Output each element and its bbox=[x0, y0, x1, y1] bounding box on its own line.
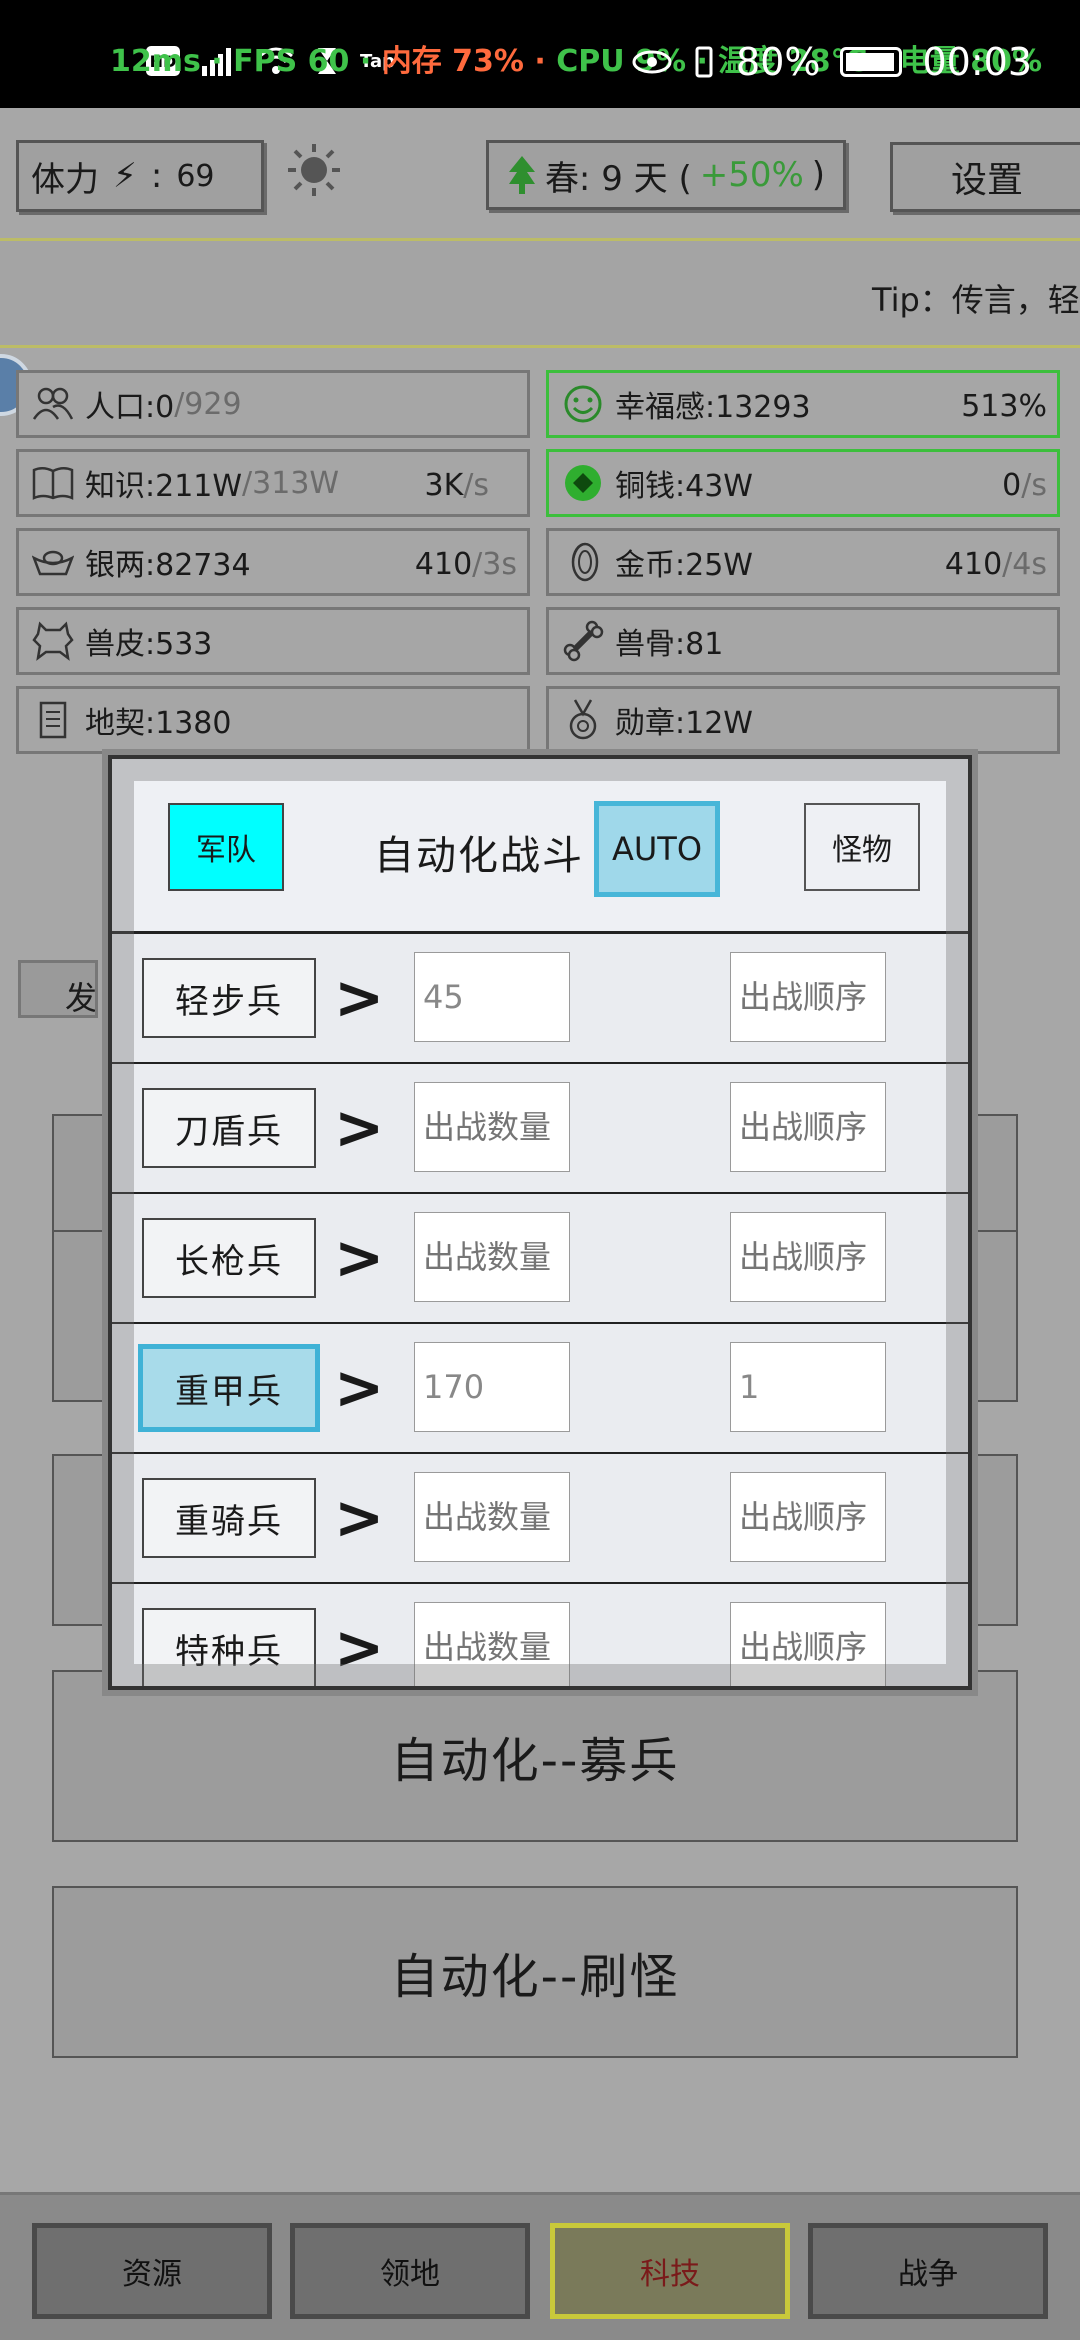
deploy-quantity-input[interactable] bbox=[414, 1602, 570, 1686]
clock: 00:03 bbox=[922, 40, 1032, 84]
unit-heavy-cavalry-button[interactable]: 重骑兵 bbox=[142, 1478, 316, 1558]
stat-knowledge: 知识:211W/313W 3K/s bbox=[16, 449, 530, 517]
auto-hunt-button[interactable]: 自动化--刷怪 bbox=[52, 1886, 1018, 2058]
season-display: 春: 9 天 (+50%) bbox=[486, 140, 846, 210]
deploy-quantity-input[interactable] bbox=[414, 1472, 570, 1562]
auto-battle-dialog: 军队 自动化战斗 AUTO 怪物 轻步兵 > 刀盾兵 > 长枪兵 > 重甲兵 >… bbox=[108, 755, 972, 1690]
stat-bone: 兽骨:81 bbox=[546, 607, 1060, 675]
deploy-order-input[interactable] bbox=[730, 1212, 886, 1302]
copper-coin-icon bbox=[561, 461, 605, 505]
unit-row: 轻步兵 > bbox=[112, 934, 968, 1064]
stat-copper: 铜钱:43W 0/s bbox=[546, 449, 1060, 517]
vibrate-icon bbox=[695, 46, 713, 78]
tip-text: Tip：传言，轻 bbox=[872, 281, 1080, 319]
deploy-quantity-input[interactable] bbox=[414, 952, 570, 1042]
bone-icon bbox=[561, 619, 605, 663]
battery-icon bbox=[840, 47, 903, 77]
deploy-order-input[interactable] bbox=[730, 1602, 886, 1686]
army-tab-button[interactable]: 军队 bbox=[168, 803, 284, 891]
unit-row: 长枪兵 > bbox=[112, 1194, 968, 1324]
unit-row: 重甲兵 > bbox=[112, 1324, 968, 1454]
stat-silver: 银两:82734 410/3s bbox=[16, 528, 530, 596]
deploy-order-input[interactable] bbox=[730, 952, 886, 1042]
status-bar: HD Tap 12ms · FPS 60 · 内存 73% · CPU 9% ·… bbox=[0, 0, 1080, 108]
silver-ingot-icon bbox=[31, 540, 75, 584]
deploy-quantity-input[interactable] bbox=[414, 1082, 570, 1172]
arrow-icon: > bbox=[334, 1483, 385, 1553]
develop-tab[interactable]: 发展 bbox=[18, 960, 98, 1018]
arrow-icon: > bbox=[334, 1093, 385, 1163]
deploy-quantity-input[interactable] bbox=[414, 1342, 570, 1432]
smile-icon bbox=[561, 382, 605, 426]
scroll-icon bbox=[31, 698, 75, 742]
unit-spearman-button[interactable]: 长枪兵 bbox=[142, 1218, 316, 1298]
stat-gold: 金币:25W 410/4s bbox=[546, 528, 1060, 596]
arrow-icon: > bbox=[334, 963, 385, 1033]
unit-light-infantry-button[interactable]: 轻步兵 bbox=[142, 958, 316, 1038]
dialog-title: 自动化战斗 bbox=[374, 833, 584, 879]
animal-hide-icon bbox=[31, 619, 75, 663]
dialog-header: 军队 自动化战斗 AUTO 怪物 bbox=[112, 759, 968, 934]
nav-territory[interactable]: 领地 bbox=[290, 2223, 530, 2319]
tip-ticker: Tip：传言，轻 bbox=[0, 238, 1080, 348]
people-icon bbox=[31, 382, 75, 426]
unit-row: 刀盾兵 > bbox=[112, 1064, 968, 1194]
tree-icon bbox=[508, 156, 535, 194]
stat-medal: 勋章:12W bbox=[546, 686, 1060, 754]
deploy-order-input[interactable] bbox=[730, 1342, 886, 1432]
unit-sword-shield-button[interactable]: 刀盾兵 bbox=[142, 1088, 316, 1168]
eye-icon bbox=[632, 50, 672, 74]
unit-heavy-armor-button[interactable]: 重甲兵 bbox=[138, 1344, 320, 1432]
deploy-order-input[interactable] bbox=[730, 1082, 886, 1172]
arrow-icon: > bbox=[334, 1613, 385, 1683]
stat-hide: 兽皮:533 bbox=[16, 607, 530, 675]
stat-happiness: 幸福感:13293 513% bbox=[546, 370, 1060, 438]
sun-icon bbox=[288, 144, 340, 196]
unit-special-forces-button[interactable]: 特种兵 bbox=[142, 1608, 316, 1686]
lightning-icon: ⚡ bbox=[113, 156, 137, 196]
status-right: 80% 00:03 bbox=[632, 40, 1032, 84]
unit-row: 重骑兵 > bbox=[112, 1454, 968, 1584]
auto-toggle-button[interactable]: AUTO bbox=[594, 801, 720, 897]
bottom-nav: 资源 领地 科技 战争 bbox=[0, 2192, 1080, 2340]
stamina-display: 体力 ⚡ : 69 bbox=[16, 140, 264, 212]
nav-resources[interactable]: 资源 bbox=[32, 2223, 272, 2319]
book-icon bbox=[31, 461, 75, 505]
deploy-quantity-input[interactable] bbox=[414, 1212, 570, 1302]
nav-technology[interactable]: 科技 bbox=[550, 2223, 790, 2319]
battery-percent: 80% bbox=[736, 40, 821, 84]
deploy-order-input[interactable] bbox=[730, 1472, 886, 1562]
arrow-icon: > bbox=[334, 1223, 385, 1293]
stat-population: 人口:0/929 bbox=[16, 370, 530, 438]
unit-row: 特种兵 > bbox=[112, 1584, 968, 1686]
nav-war[interactable]: 战争 bbox=[808, 2223, 1048, 2319]
stat-deed: 地契:1380 bbox=[16, 686, 530, 754]
monster-tab-button[interactable]: 怪物 bbox=[804, 803, 920, 891]
settings-button[interactable]: 设置 bbox=[890, 142, 1080, 212]
gold-coin-icon bbox=[561, 540, 605, 584]
arrow-icon: > bbox=[334, 1353, 385, 1423]
auto-recruit-button[interactable]: 自动化--募兵 bbox=[52, 1670, 1018, 1842]
medal-icon bbox=[561, 698, 605, 742]
